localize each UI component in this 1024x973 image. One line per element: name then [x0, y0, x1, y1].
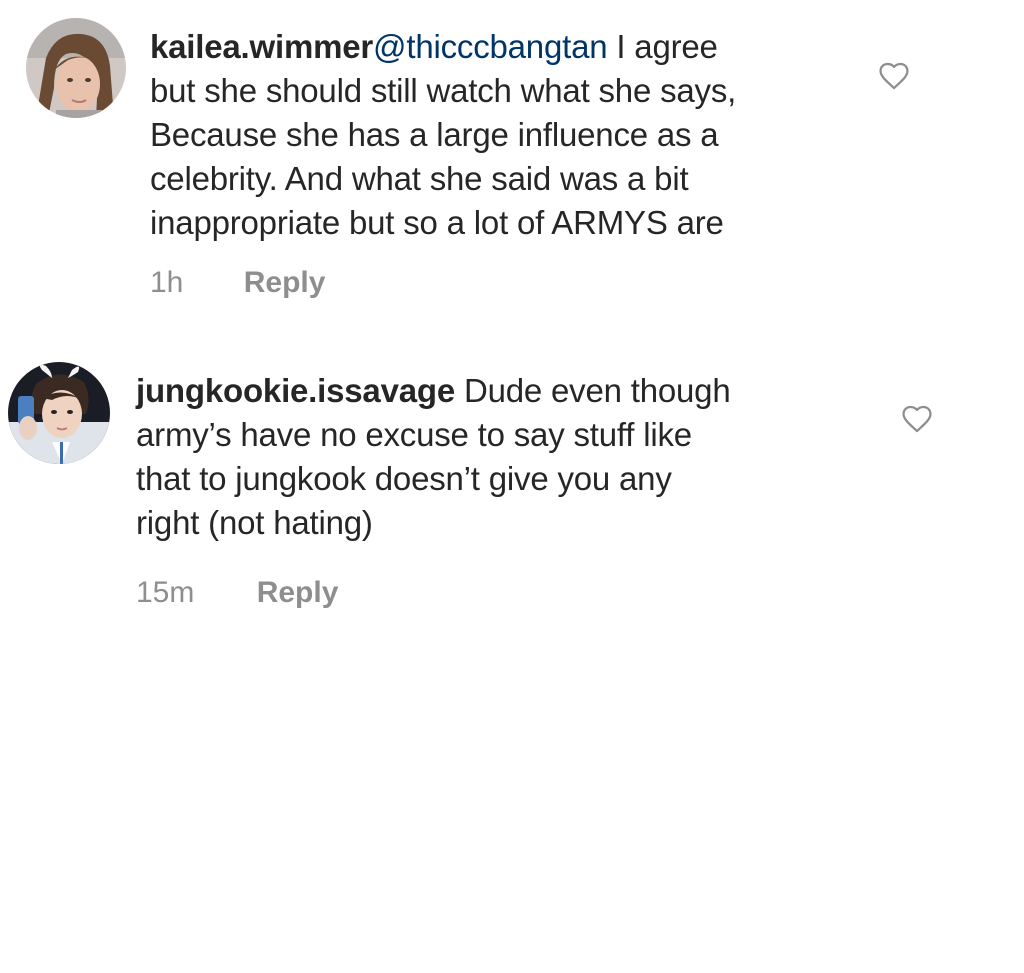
avatar[interactable]	[8, 362, 110, 464]
comment-text-line: celebrity. And what she said was a bit	[150, 160, 689, 197]
comment-text-line: right (not hating)	[136, 504, 373, 541]
comment-text-line: but she should still watch what she says…	[150, 72, 737, 109]
reply-button[interactable]: Reply	[244, 265, 326, 301]
comment-mention[interactable]: @thicccbangtan	[373, 28, 608, 65]
heart-outline-icon	[879, 62, 909, 90]
avatar-girl-photo-icon	[26, 18, 126, 118]
like-button[interactable]	[877, 59, 911, 93]
comment-text-line: Dude even though	[455, 372, 731, 409]
reply-button[interactable]: Reply	[257, 575, 339, 611]
comment-item: jungkookie.issavage Dude even though arm…	[0, 340, 1024, 630]
like-button[interactable]	[900, 402, 934, 436]
comment-text-line: Because she has a large influence as a	[150, 116, 719, 153]
comment-timestamp: 1h	[150, 266, 184, 299]
comment-username[interactable]: jungkookie.issavage	[136, 372, 455, 409]
comment-item: kailea.wimmer@thicccbangtan I agree but …	[0, 0, 1024, 320]
avatar-boy-photo-icon	[8, 362, 110, 464]
comment-meta: 1h Reply	[150, 265, 325, 301]
comment-text-line: that to jungkook doesn’t give you any	[136, 460, 672, 497]
comment-timestamp: 15m	[136, 576, 195, 609]
avatar[interactable]	[26, 18, 126, 118]
comment-text-line: I agree	[607, 28, 718, 65]
comment-body: kailea.wimmer@thicccbangtan I agree but …	[150, 25, 870, 245]
comment-text-line: army’s have no excuse to say stuff like	[136, 416, 692, 453]
comment-text-line: inappropriate but so a lot of ARMYS are	[150, 204, 724, 241]
comment-body: jungkookie.issavage Dude even though arm…	[136, 369, 876, 545]
comment-meta: 15m Reply	[136, 575, 338, 611]
heart-outline-icon	[902, 405, 932, 433]
comment-username[interactable]: kailea.wimmer	[150, 28, 373, 65]
